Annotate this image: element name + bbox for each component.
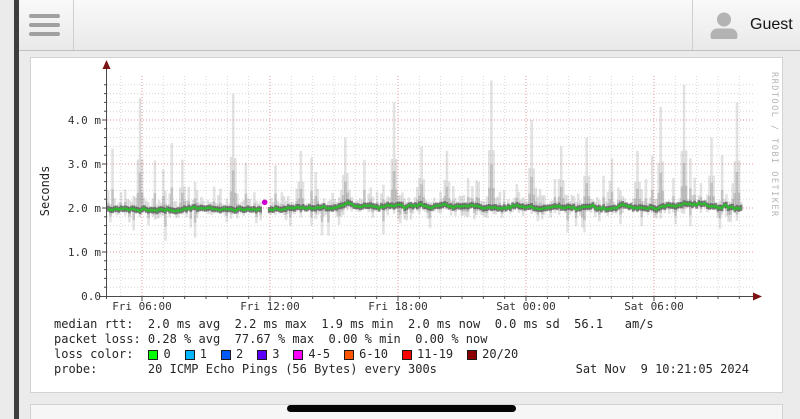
loss-color-item: 1: [184, 347, 207, 362]
loss-color-value: 2: [235, 347, 244, 361]
svg-text:Fri 06:00: Fri 06:00: [112, 300, 172, 313]
loss-color-swatch: [293, 349, 304, 360]
loss-color-value: 3: [272, 347, 280, 361]
latency-graph[interactable]: 4.0 m 3.0 m 2.0 m 1.0 m 0.0 Fri 06:00 Fri 12:0…: [31, 58, 784, 315]
loss-color-label: loss color:: [54, 347, 134, 361]
median-rtt-stats: median rtt: 2.0 ms avg 2.2 ms max 1.9 ms…: [54, 317, 654, 331]
menu-icon: [29, 23, 60, 27]
packet-loss-stats: packet loss: 0.28 % avg 77.67 % max 0.00…: [54, 332, 488, 346]
user-avatar-icon: [710, 12, 738, 39]
left-edge-bar: [14, 0, 19, 419]
loss-color-swatch: [467, 349, 478, 360]
screen: Guest 4.0 m 3.0 m 2.0 m 1.0 m 0.0 Fri 06:00 Fr…: [0, 0, 800, 419]
loss-color-swatches: 0 1 2 3 4-5 6-10 11-19 20/20: [148, 347, 532, 362]
svg-text:2.0 m: 2.0 m: [68, 202, 101, 215]
menu-button[interactable]: [19, 0, 74, 50]
loss-color-swatch: [148, 349, 159, 360]
svg-text:4.0 m: 4.0 m: [68, 114, 101, 127]
loss-color-swatch: [220, 349, 231, 360]
user-menu[interactable]: Guest: [692, 0, 800, 50]
loss-color-item: 3: [257, 347, 279, 362]
svg-text:Fri 18:00: Fri 18:00: [368, 300, 428, 313]
svg-text:1.0 m: 1.0 m: [68, 246, 101, 259]
user-name: Guest: [750, 16, 793, 33]
loss-color-swatch: [257, 349, 268, 360]
loss-color-item: 2: [220, 347, 244, 362]
svg-text:Fri 12:00: Fri 12:00: [240, 300, 300, 313]
top-bar: Guest: [19, 0, 800, 51]
probe-text: probe: 20 ICMP Echo Pings (56 Bytes) eve…: [54, 362, 437, 376]
svg-text:Sat 00:00: Sat 00:00: [496, 300, 556, 313]
svg-text:RRDTOOL / TOBI OETIKER: RRDTOOL / TOBI OETIKER: [769, 72, 779, 218]
graph-panel: 4.0 m 3.0 m 2.0 m 1.0 m 0.0 Fri 06:00 Fri 12:0…: [30, 57, 783, 393]
menu-icon: [29, 32, 60, 36]
loss-color-item: 4-5: [293, 347, 330, 362]
menu-icon: [29, 14, 60, 18]
loss-color-item: 20/20: [467, 347, 518, 362]
loss-color-item: 0: [148, 347, 171, 362]
svg-text:Sat 06:00: Sat 06:00: [624, 300, 684, 313]
loss-color-item: 11-19: [402, 347, 453, 362]
loss-color-value: 20/20: [482, 347, 519, 361]
loss-color-item: 6-10: [344, 347, 388, 362]
svg-text:0.0: 0.0: [81, 290, 101, 303]
timestamp: Sat Nov 9 10:21:05 2024: [575, 362, 749, 376]
loss-color-value: 0: [163, 347, 171, 361]
svg-text:Seconds: Seconds: [38, 166, 52, 217]
svg-text:3.0 m: 3.0 m: [68, 158, 101, 171]
loss-color-value: 4-5: [308, 347, 331, 361]
loss-color-legend: loss color: 0 1 2 3 4-5 6-10 11-19 20/20: [54, 347, 772, 362]
graph-legend: median rtt: 2.0 ms avg 2.2 ms max 1.9 ms…: [54, 317, 772, 377]
loss-color-swatch: [344, 349, 355, 360]
probe-info: probe: 20 ICMP Echo Pings (56 Bytes) eve…: [54, 362, 772, 377]
loss-color-swatch: [402, 349, 413, 360]
loss-color-value: 11-19: [417, 347, 454, 361]
horizontal-scrollbar-thumb[interactable]: [287, 405, 516, 412]
loss-color-swatch: [184, 349, 195, 360]
loss-color-value: 6-10: [359, 347, 389, 361]
loss-color-value: 1: [199, 347, 207, 361]
